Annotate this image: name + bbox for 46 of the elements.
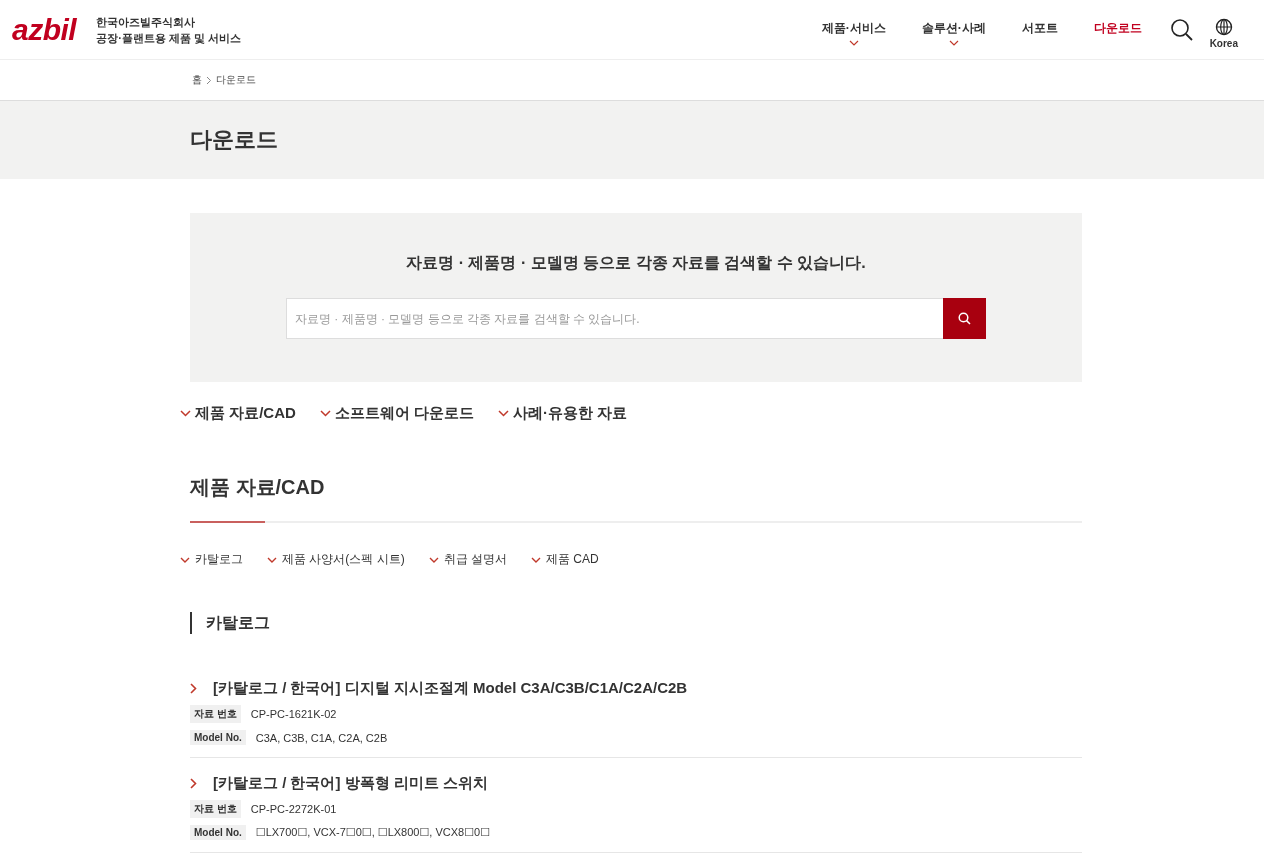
field-label: 자료 번호 bbox=[190, 705, 241, 723]
nav-link[interactable]: 제품·서비스 bbox=[821, 20, 886, 39]
chevron-down-icon bbox=[180, 410, 191, 417]
chevron-right-icon bbox=[190, 683, 197, 694]
chevron-down-icon bbox=[428, 556, 439, 563]
nav-link[interactable]: 서포트 bbox=[1021, 20, 1058, 39]
chevron-down-icon bbox=[319, 410, 331, 417]
field-label: Model No. bbox=[190, 825, 246, 840]
field-value: CP-PC-1621K-02 bbox=[250, 708, 337, 720]
company-logo[interactable]: azbil bbox=[12, 12, 77, 47]
anchor-link[interactable]: 사례·유용한 자료 bbox=[498, 404, 628, 423]
chevron-down-icon bbox=[531, 556, 541, 563]
document-link[interactable]: [카탈로그 / 한국어] 디지털 지시조절계 Model C3A/C3B/C1A/C2A/C2B bbox=[190, 679, 1082, 698]
search-button[interactable] bbox=[943, 298, 986, 339]
anchor-link[interactable]: 제품 자료/CAD bbox=[180, 404, 296, 423]
search-heading: 자료명 · 제품명 · 모델명 등으로 각종 자료를 검색할 수 있습니다. bbox=[406, 253, 866, 273]
anchor-link[interactable]: 제품 CAD bbox=[531, 551, 599, 568]
anchor-link[interactable]: 취급 설명서 bbox=[428, 551, 507, 568]
company-tagline: 공장·플랜트용 제품 및 서비스 bbox=[96, 30, 242, 46]
search-field[interactable]: 자료명 · 제품명 · 모델명 등으로 각종 자료를 검색할 수 있습니다. bbox=[286, 298, 943, 339]
search-icon bbox=[958, 312, 971, 325]
anchor-link[interactable]: 제품 사양서(스펙 시트) bbox=[267, 551, 405, 568]
search-icon[interactable] bbox=[1169, 17, 1194, 42]
company-name: 한국아즈빌주식회사 bbox=[96, 14, 197, 30]
chevron-down-icon bbox=[498, 410, 509, 417]
page-title: 다운로드 bbox=[190, 126, 279, 154]
section-title: 제품 자료/CAD bbox=[190, 475, 326, 500]
globe-icon bbox=[1214, 18, 1233, 36]
nav-link[interactable]: 다운로드 bbox=[1093, 20, 1142, 39]
chevron-right-icon bbox=[206, 75, 212, 85]
breadcrumb-link[interactable]: 홈 bbox=[192, 73, 202, 87]
field-label: 자료 번호 bbox=[190, 800, 241, 818]
field-label: Model No. bbox=[190, 730, 246, 745]
field-value: ☐LX700☐, VCX-7☐0☐, ☐LX800☐, VCX8☐0☐ bbox=[255, 826, 490, 839]
chevron-down-icon bbox=[180, 556, 190, 563]
anchor-link[interactable]: 소프트웨어 다운로드 bbox=[319, 404, 474, 423]
anchor-link[interactable]: 카탈로그 bbox=[180, 551, 243, 568]
chevron-down-icon bbox=[267, 556, 277, 563]
chevron-right-icon bbox=[190, 778, 197, 789]
document-link[interactable]: [카탈로그 / 한국어] 방폭형 리미트 스위치 bbox=[190, 774, 1082, 793]
nav-link[interactable]: 솔루션·사례 bbox=[921, 20, 986, 39]
field-value: CP-PC-2272K-01 bbox=[250, 803, 337, 815]
subsection-title: 카탈로그 bbox=[190, 612, 1082, 634]
language-button[interactable]: Korea bbox=[1209, 18, 1238, 49]
field-value: C3A, C3B, C1A, C2A, C2B bbox=[255, 731, 388, 744]
breadcrumb-link[interactable]: 다운로드 bbox=[216, 73, 256, 87]
